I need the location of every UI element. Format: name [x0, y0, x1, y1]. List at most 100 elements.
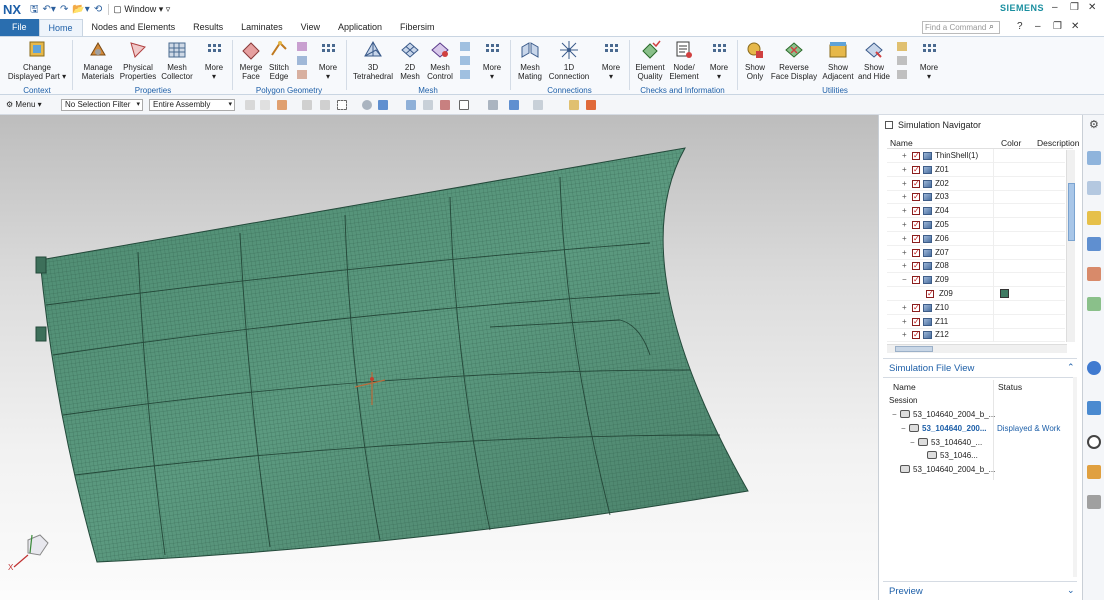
- preview-header[interactable]: Preview ⌄: [883, 581, 1077, 600]
- mesh-collector-button[interactable]: Mesh Collector: [158, 39, 196, 81]
- restore-icon[interactable]: ❐: [1070, 2, 1079, 13]
- hd3d-tools-icon[interactable]: [1087, 297, 1101, 311]
- collapse-icon[interactable]: −: [901, 422, 909, 435]
- system-materials-icon[interactable]: [1087, 465, 1101, 479]
- change-displayed-part-button[interactable]: Change Displayed Part ▾: [6, 39, 68, 81]
- column-name[interactable]: Name: [890, 138, 913, 148]
- rectangle-select-icon[interactable]: [337, 100, 347, 110]
- close-icon[interactable]: ✕: [1088, 2, 1096, 13]
- visibility-checkbox[interactable]: [912, 190, 920, 204]
- navigator-tree-row[interactable]: Z09: [887, 287, 1065, 301]
- navigator-vertical-scrollbar[interactable]: [1066, 150, 1075, 342]
- redo-icon[interactable]: ↷: [60, 3, 68, 16]
- more-properties-button[interactable]: More ▾: [200, 39, 228, 81]
- tab-view[interactable]: View: [292, 19, 329, 36]
- visibility-checkbox[interactable]: [912, 328, 920, 342]
- ribbon-minimize-icon[interactable]: –: [1035, 21, 1041, 32]
- layer-icon[interactable]: [569, 100, 579, 110]
- help-icon[interactable]: ?: [1017, 21, 1023, 32]
- sfv-column-status[interactable]: Status: [998, 382, 1022, 392]
- column-description[interactable]: Description: [1037, 138, 1080, 148]
- color-swatch[interactable]: [1000, 289, 1009, 298]
- visibility-checkbox[interactable]: [912, 315, 920, 329]
- minimize-icon[interactable]: –: [1052, 2, 1058, 13]
- file-tree-row[interactable]: 53_104640_2004_b_...: [892, 463, 1072, 476]
- more-checks-button[interactable]: More ▾: [705, 39, 733, 81]
- sfv-column-name[interactable]: Name: [893, 382, 916, 392]
- navigator-tree-row[interactable]: + Z11: [887, 314, 1065, 329]
- visibility-checkbox[interactable]: [912, 301, 920, 315]
- more-utilities-button[interactable]: More ▾: [915, 39, 943, 81]
- visibility-checkbox[interactable]: [926, 287, 934, 301]
- assembly-navigator-icon[interactable]: [1087, 211, 1101, 225]
- mesh-tool-icon[interactable]: [460, 56, 470, 65]
- file-tree-row[interactable]: 53_1046...: [919, 449, 1099, 462]
- save-icon[interactable]: 🖫: [30, 3, 39, 16]
- visibility-checkbox[interactable]: [912, 163, 920, 177]
- navigator-tree-row[interactable]: + Z12: [887, 328, 1065, 343]
- utility-tool-icon[interactable]: [897, 70, 907, 79]
- navigator-tree-row[interactable]: + Z02: [887, 176, 1065, 191]
- ribbon-close-icon[interactable]: ✕: [1071, 21, 1079, 32]
- reverse-face-display-button[interactable]: Reverse Face Display: [770, 39, 818, 81]
- mesh-control-button[interactable]: Mesh Control: [424, 39, 456, 81]
- repeat-command-icon[interactable]: ⟲: [94, 3, 102, 16]
- 2d-mesh-button[interactable]: 2D Mesh: [396, 39, 424, 81]
- show-adjacent-button[interactable]: Show Adjacent: [820, 39, 856, 81]
- expand-icon[interactable]: +: [902, 204, 907, 218]
- mesh-mating-button[interactable]: Mesh Mating: [514, 39, 546, 81]
- simulation-file-view-title[interactable]: Simulation File View: [889, 363, 974, 374]
- navigator-tree-row[interactable]: − Z09: [887, 273, 1065, 288]
- select-icon[interactable]: [277, 100, 287, 110]
- constraint-navigator-icon[interactable]: [1087, 237, 1101, 251]
- clock-icon[interactable]: [1087, 435, 1101, 449]
- render-style-icon[interactable]: [488, 100, 498, 110]
- tab-nodes-and-elements[interactable]: Nodes and Elements: [83, 19, 185, 36]
- 1d-connection-button[interactable]: 1D Connection: [546, 39, 592, 81]
- expand-icon[interactable]: +: [902, 177, 907, 191]
- tab-home[interactable]: Home: [38, 19, 83, 36]
- chevron-down-icon[interactable]: ⌄: [1067, 585, 1075, 596]
- mesh-tool-icon[interactable]: [460, 42, 470, 51]
- navigator-tree-row[interactable]: + Z08: [887, 259, 1065, 274]
- selection-filter-dropdown[interactable]: No Selection Filter ▾: [61, 99, 143, 111]
- manage-materials-button[interactable]: Manage Materials: [78, 39, 118, 81]
- visibility-checkbox[interactable]: [912, 149, 920, 163]
- sfv-session-row[interactable]: Session: [889, 394, 917, 407]
- column-color[interactable]: Color: [1001, 138, 1021, 148]
- view-triad-icon[interactable]: [13, 534, 49, 568]
- navigator-tree-row[interactable]: + Z06: [887, 231, 1065, 246]
- rotate-icon[interactable]: [440, 100, 450, 110]
- element-quality-button[interactable]: Element Quality: [632, 39, 668, 81]
- graphics-window[interactable]: X: [0, 115, 878, 600]
- expand-icon[interactable]: +: [902, 190, 907, 204]
- expand-icon[interactable]: +: [902, 259, 907, 273]
- tab-fibersim[interactable]: Fibersim: [391, 19, 444, 36]
- open-icon[interactable]: 📂▾: [72, 3, 89, 16]
- shaded-view-icon[interactable]: [378, 100, 388, 110]
- utility-tool-icon[interactable]: [897, 42, 907, 51]
- collapse-icon[interactable]: −: [902, 273, 907, 287]
- utility-tool-icon[interactable]: [897, 56, 907, 65]
- 3d-tetrahedral-button[interactable]: 3D Tetrahedral: [350, 39, 396, 81]
- gear-icon[interactable]: ⚙: [1089, 118, 1099, 131]
- simulation-navigator-icon[interactable]: [1087, 151, 1101, 165]
- file-tree-row[interactable]: − 53_104640_...: [910, 436, 1090, 449]
- window-menu[interactable]: ▢ Window ▾ ▿: [108, 4, 170, 15]
- expand-icon[interactable]: +: [902, 328, 907, 342]
- tab-file[interactable]: File: [0, 19, 39, 36]
- stitch-edge-button[interactable]: Stitch Edge: [264, 39, 294, 81]
- navigator-tree-row[interactable]: + Z03: [887, 190, 1065, 205]
- file-tree-row[interactable]: − 53_104640_2004_b_...: [892, 408, 1072, 421]
- view-icon[interactable]: [362, 100, 372, 110]
- scrollbar-thumb[interactable]: [895, 346, 933, 352]
- menu-button[interactable]: ⚙ Menu ▾: [6, 100, 42, 109]
- polygon-tool-icon[interactable]: [297, 70, 307, 79]
- tab-results[interactable]: Results: [184, 19, 232, 36]
- merge-face-button[interactable]: Merge Face: [236, 39, 266, 81]
- polygon-tool-icon[interactable]: [297, 56, 307, 65]
- physical-properties-button[interactable]: Physical Properties: [118, 39, 158, 81]
- visibility-checkbox[interactable]: [912, 273, 920, 287]
- show-and-hide-button[interactable]: Show and Hide: [856, 39, 892, 81]
- snap-point-icon[interactable]: [320, 100, 330, 110]
